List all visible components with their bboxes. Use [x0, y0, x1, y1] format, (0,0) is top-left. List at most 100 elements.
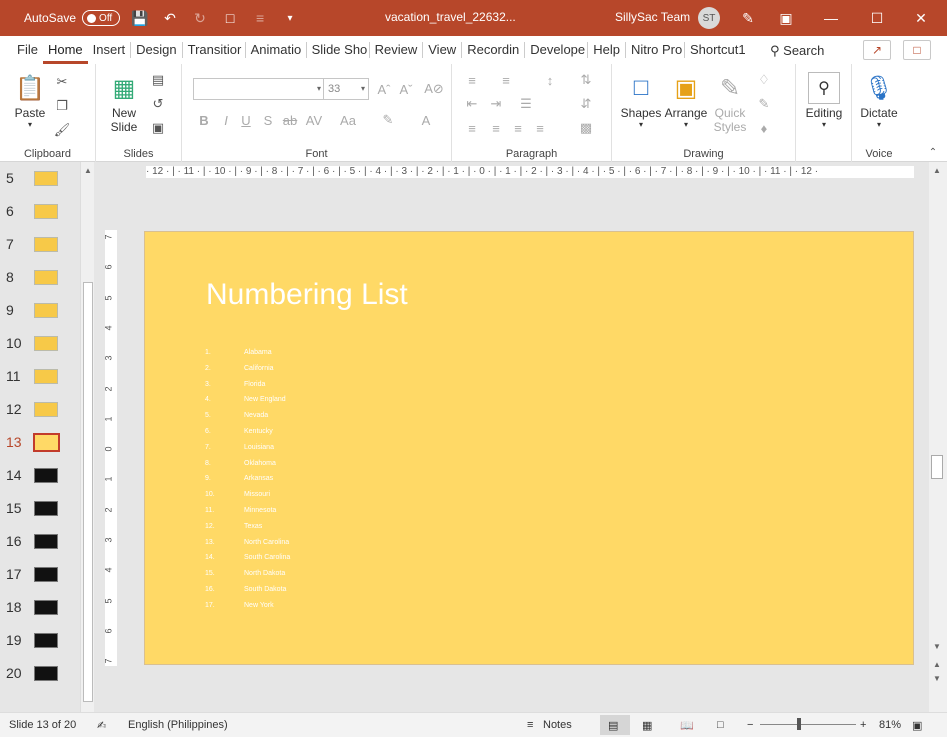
slide-thumbnail[interactable]: 18 — [0, 597, 80, 619]
scroll-down-icon[interactable]: ▼ — [933, 642, 941, 651]
scroll-thumb[interactable] — [83, 282, 93, 702]
smartart-icon[interactable]: ▩ — [576, 118, 596, 138]
reading-view-icon[interactable]: 📖 — [680, 719, 694, 732]
save-icon[interactable]: 💾 — [130, 8, 150, 28]
customize-toolbar-icon[interactable]: ▾ — [280, 8, 300, 28]
maximize-icon[interactable]: ☐ — [867, 8, 887, 28]
thumbnail-image[interactable] — [34, 534, 58, 549]
text-direction-icon[interactable]: ⇅ — [576, 70, 596, 90]
thumbnail-image[interactable] — [34, 600, 58, 615]
slide-thumbnail[interactable]: 6 — [0, 201, 80, 223]
italic-icon[interactable]: I — [216, 110, 236, 130]
thumbnails-scrollbar[interactable]: ▲ — [80, 162, 94, 712]
shape-effects-icon[interactable]: ♦ — [754, 118, 774, 138]
shape-outline-icon[interactable]: ✎ — [754, 94, 774, 114]
increase-indent-icon[interactable]: ⇥ — [486, 94, 506, 114]
columns-icon[interactable]: ☰ — [516, 94, 536, 114]
arrange-button[interactable]: ▣ Arrange ▾ — [664, 72, 708, 130]
slide-thumbnail[interactable]: 9 — [0, 300, 80, 322]
copy-icon[interactable]: ❐ — [52, 96, 72, 116]
tab-view[interactable]: View — [423, 36, 461, 64]
line-spacing-icon[interactable]: ↕ — [540, 70, 560, 90]
tab-animations[interactable]: Animatio — [246, 36, 306, 64]
thumbnail-image[interactable] — [34, 468, 58, 483]
slideshow-icon[interactable]: □ — [717, 719, 724, 731]
tab-home[interactable]: Home — [42, 36, 88, 64]
slide-thumbnail[interactable]: 20 — [0, 663, 80, 685]
zoom-level[interactable]: 81% — [879, 719, 901, 731]
pen-icon[interactable]: ✎ — [738, 8, 758, 28]
tab-developer[interactable]: Develope — [525, 36, 587, 64]
slide-thumbnail[interactable]: 11 — [0, 366, 80, 388]
thumbnail-image[interactable] — [34, 501, 58, 516]
notes-button[interactable]: Notes — [543, 719, 572, 731]
numbering-icon[interactable]: ≡ — [496, 70, 516, 90]
tab-file[interactable]: File — [12, 36, 43, 64]
reset-icon[interactable]: ↺ — [148, 94, 168, 114]
tab-review[interactable]: Review — [370, 36, 423, 64]
tab-help[interactable]: Help — [588, 36, 625, 64]
section-icon[interactable]: ▣ — [148, 118, 168, 138]
thumbnail-image[interactable] — [33, 433, 60, 452]
search-box[interactable]: ⚲ Search — [770, 43, 824, 59]
avatar[interactable]: ST — [698, 7, 720, 29]
paste-button[interactable]: 📋 Paste ▾ — [10, 72, 50, 130]
slide-sorter-icon[interactable]: ▦ — [642, 719, 652, 732]
undo-icon[interactable]: ↶ — [160, 8, 180, 28]
thumbnail-image[interactable] — [34, 171, 58, 186]
next-slide-icon[interactable]: ▼ — [933, 674, 941, 683]
share-button[interactable]: ↗ — [863, 40, 891, 60]
spacing-icon[interactable]: AV — [304, 110, 324, 130]
cut-icon[interactable]: ✂ — [52, 72, 72, 92]
bullets-icon[interactable]: ≡ — [462, 70, 482, 90]
editing-button[interactable]: ⚲ Editing ▾ — [802, 72, 846, 129]
slide-thumbnail[interactable]: 7 — [0, 234, 80, 256]
underline-icon[interactable]: U — [236, 110, 256, 130]
thumbnail-image[interactable] — [34, 303, 58, 318]
tab-insert[interactable]: Insert — [88, 36, 131, 64]
font-size-combo[interactable]: 33 ▾ — [323, 78, 369, 100]
thumbnail-image[interactable] — [34, 336, 58, 351]
layout-icon[interactable]: ▤ — [148, 70, 168, 90]
tab-nitro-pro[interactable]: Nitro Pro — [626, 36, 684, 64]
slide-thumbnail[interactable]: 16 — [0, 531, 80, 553]
redo-icon[interactable]: ↻ — [190, 8, 210, 28]
slide-thumbnail[interactable]: 12 — [0, 399, 80, 421]
bold-icon[interactable]: B — [194, 110, 214, 130]
shadow-icon[interactable]: S — [258, 110, 278, 130]
thumbnail-image[interactable] — [34, 369, 58, 384]
zoom-out-icon[interactable]: − — [747, 719, 753, 731]
thumbnail-image[interactable] — [34, 402, 58, 417]
clear-format-icon[interactable]: A⊘ — [424, 79, 444, 99]
list-icon[interactable]: ≡ — [250, 8, 270, 28]
previous-slide-icon[interactable]: ▲ — [933, 660, 941, 669]
zoom-in-icon[interactable]: + — [860, 719, 866, 731]
minimize-icon[interactable]: — — [821, 8, 841, 28]
tab-slide-show[interactable]: Slide Sho — [307, 36, 369, 64]
dictate-button[interactable]: 🎙 Dictate ▾ — [856, 72, 902, 130]
accessibility-icon[interactable]: ✍ — [97, 719, 106, 732]
thumbnail-image[interactable] — [34, 633, 58, 648]
fit-slide-icon[interactable]: ▣ — [912, 719, 922, 732]
zoom-slider[interactable] — [760, 724, 856, 725]
collapse-ribbon-icon[interactable]: ⌃ — [923, 142, 943, 162]
slide-thumbnail[interactable]: 10 — [0, 333, 80, 355]
scroll-thumb[interactable] — [931, 455, 943, 479]
autosave-toggle[interactable]: Off — [82, 10, 121, 26]
zoom-slider-thumb[interactable] — [797, 718, 801, 730]
scroll-up-icon[interactable]: ▲ — [933, 166, 941, 175]
slide-thumbnail[interactable]: 17 — [0, 564, 80, 586]
user-name[interactable]: SillySac Team — [615, 10, 690, 24]
font-color-icon[interactable]: A — [416, 110, 436, 130]
tab-recording[interactable]: Recordin — [462, 36, 524, 64]
editor-scrollbar[interactable]: ▲ ▼ ▲ ▼ — [929, 162, 947, 712]
shape-fill-icon[interactable]: ♢ — [754, 70, 774, 90]
thumbnail-image[interactable] — [34, 204, 58, 219]
slide-thumbnail[interactable]: 13 — [0, 432, 80, 454]
scroll-up-icon[interactable]: ▲ — [84, 166, 92, 175]
slide-thumbnail[interactable]: 14 — [0, 465, 80, 487]
justify-icon[interactable]: ≡ — [530, 118, 550, 138]
font-name-combo[interactable]: ▾ — [193, 78, 325, 100]
quick-styles-button[interactable]: ✎ Quick Styles — [710, 72, 750, 135]
shapes-button[interactable]: □ Shapes ▾ — [620, 72, 662, 129]
